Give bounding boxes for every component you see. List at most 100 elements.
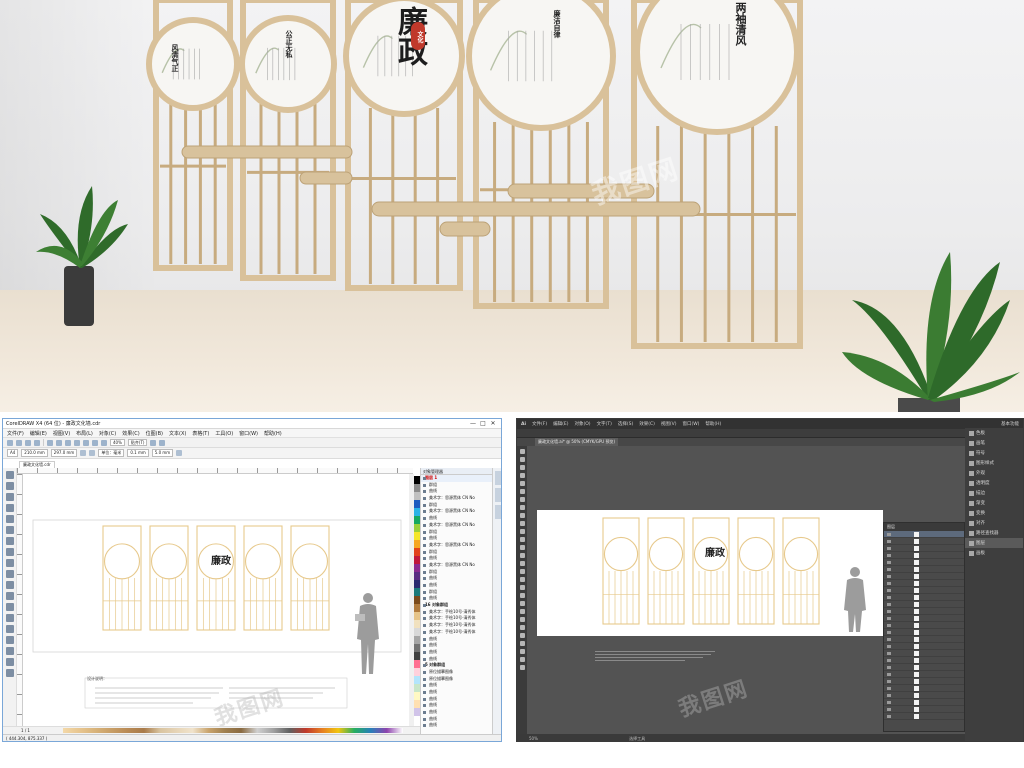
fill-tool-icon[interactable] — [5, 658, 14, 666]
layer-row[interactable] — [884, 573, 964, 580]
perspective-grid-icon[interactable] — [519, 577, 525, 582]
scale-icon[interactable] — [519, 545, 525, 550]
ai-panel-tab[interactable]: 符号 — [965, 448, 1023, 458]
selection-tool-icon[interactable] — [519, 449, 525, 454]
ai-panel-tab[interactable]: 对齐 — [965, 518, 1023, 528]
menu-object[interactable]: 对象(C) — [99, 430, 116, 437]
menu-tools[interactable]: 工具(O) — [215, 430, 233, 437]
ai-document-tab[interactable]: 廉政文化墙.ai* @ 50% (CMYK/GPU 预览) — [535, 438, 619, 446]
object-manager-row[interactable]: 曲线 — [421, 636, 492, 643]
mesh-icon[interactable] — [519, 585, 525, 590]
layer-row[interactable] — [884, 580, 964, 587]
portrait-icon[interactable] — [80, 450, 87, 456]
object-manager-row[interactable]: 曲线 — [421, 555, 492, 562]
page-indicator[interactable]: 1 / 1 — [21, 728, 30, 733]
page-options-icon[interactable] — [176, 450, 183, 456]
object-manager-row[interactable]: 曲线 — [421, 575, 492, 582]
object-manager-row[interactable]: 群组 — [421, 569, 492, 576]
layer-row[interactable] — [884, 531, 964, 538]
object-manager-row[interactable]: 曲线 — [421, 535, 492, 542]
options-icon[interactable] — [150, 439, 157, 446]
object-manager-row[interactable]: 曲线 — [421, 682, 492, 689]
layer-row[interactable] — [884, 692, 964, 699]
zoom-tool-icon[interactable] — [5, 504, 14, 512]
layer-row[interactable] — [884, 587, 964, 594]
corel-drawing-canvas[interactable]: 廉政 设计说明： 我图网 — [23, 474, 409, 731]
cut-icon[interactable] — [47, 439, 53, 446]
object-manager-row[interactable]: 曲线 — [421, 656, 492, 663]
column-graph-icon[interactable] — [519, 625, 525, 630]
open-icon[interactable] — [16, 439, 22, 446]
artboard-tool-icon[interactable] — [519, 633, 525, 638]
ai-panel-tab[interactable]: 渐变 — [965, 498, 1023, 508]
layer-row[interactable] — [884, 559, 964, 566]
object-manager-row[interactable]: 曲线 — [421, 582, 492, 589]
direct-selection-icon[interactable] — [519, 457, 525, 462]
ai-menu-view[interactable]: 视图(V) — [661, 421, 677, 427]
free-transform-icon[interactable] — [519, 561, 525, 566]
smart-fill-icon[interactable] — [5, 526, 14, 534]
ai-panel-tab[interactable]: 色板 — [965, 428, 1023, 438]
menu-view[interactable]: 视图(V) — [53, 430, 70, 437]
layer-row[interactable] — [884, 545, 964, 552]
object-manager-row[interactable]: 曲线 — [421, 488, 492, 495]
ai-panel-tab[interactable]: 路径查找器 — [965, 528, 1023, 538]
object-manager-row[interactable]: 曲线 — [421, 515, 492, 522]
menu-file[interactable]: 文件(F) — [7, 430, 24, 437]
rectangle-tool-icon[interactable] — [519, 505, 525, 510]
layer-row[interactable] — [884, 636, 964, 643]
object-manager-row[interactable]: 曲线 — [421, 595, 492, 602]
new-icon[interactable] — [7, 439, 13, 446]
layer-row[interactable] — [884, 594, 964, 601]
table-tool-icon[interactable] — [5, 592, 14, 600]
ai-panel-tab[interactable]: 画板 — [965, 548, 1023, 558]
layer-row[interactable] — [884, 538, 964, 545]
menu-help[interactable]: 帮助(H) — [264, 430, 282, 437]
object-manager-row[interactable]: 原位描摹图像 — [421, 669, 492, 676]
layer-row[interactable] — [884, 671, 964, 678]
symbol-sprayer-icon[interactable] — [519, 617, 525, 622]
object-manager-row[interactable]: 曲线 — [421, 702, 492, 709]
layer-row[interactable] — [884, 552, 964, 559]
object-manager-row[interactable]: 曲线 — [421, 709, 492, 716]
layer-row[interactable] — [884, 706, 964, 713]
slice-icon[interactable] — [519, 641, 525, 646]
layer-row[interactable] — [884, 601, 964, 608]
ai-menu-select[interactable]: 选择(S) — [618, 421, 633, 427]
object-manager-row[interactable]: 曲线 — [421, 649, 492, 656]
layer-row[interactable] — [884, 608, 964, 615]
landscape-icon[interactable] — [89, 450, 96, 456]
docker-tab-hints[interactable] — [494, 505, 501, 519]
ai-menu-file[interactable]: 文件(F) — [532, 421, 547, 427]
interactive-fill-icon[interactable] — [5, 669, 14, 677]
connector-tool-icon[interactable] — [5, 614, 14, 622]
ai-menu-help[interactable]: 帮助(H) — [705, 421, 721, 427]
object-manager-row[interactable]: 曲线 — [421, 696, 492, 703]
export-icon[interactable] — [101, 439, 107, 446]
eyedropper-icon[interactable] — [5, 636, 14, 644]
hand-tool-icon[interactable] — [519, 649, 525, 654]
object-manager-row[interactable]: 美术字：手绘10号-清秀体 — [421, 622, 492, 629]
layer-row[interactable] — [884, 657, 964, 664]
workspace-switcher[interactable]: 基本功能 — [1001, 421, 1019, 427]
layer-row[interactable] — [884, 643, 964, 650]
object-manager-row[interactable]: 群组 — [421, 529, 492, 536]
object-manager-row[interactable]: 美术字：思源黑体 CN No — [421, 495, 492, 502]
redo-icon[interactable] — [83, 439, 89, 446]
print-icon[interactable] — [34, 439, 40, 446]
save-icon[interactable] — [25, 439, 31, 446]
eraser-icon[interactable] — [519, 529, 525, 534]
menu-table[interactable]: 表格(T) — [192, 430, 209, 437]
nudge-field[interactable]: 0.1 mm — [127, 449, 149, 457]
basic-shapes-icon[interactable] — [5, 570, 14, 578]
layer-row[interactable] — [884, 650, 964, 657]
type-tool-icon[interactable] — [519, 489, 525, 494]
rectangle-tool-icon[interactable] — [5, 537, 14, 545]
layer-row[interactable] — [884, 713, 964, 720]
fill-stroke-icon[interactable] — [519, 665, 525, 670]
pen-tool-icon[interactable] — [519, 481, 525, 486]
ai-menu-object[interactable]: 对象(O) — [575, 421, 591, 427]
object-manager-row[interactable]: 美术字：思源黑体 CN No — [421, 522, 492, 529]
duplicate-distance-field[interactable]: 5.0 mm — [151, 449, 174, 457]
zoom-level-field[interactable]: 40% — [110, 439, 125, 446]
